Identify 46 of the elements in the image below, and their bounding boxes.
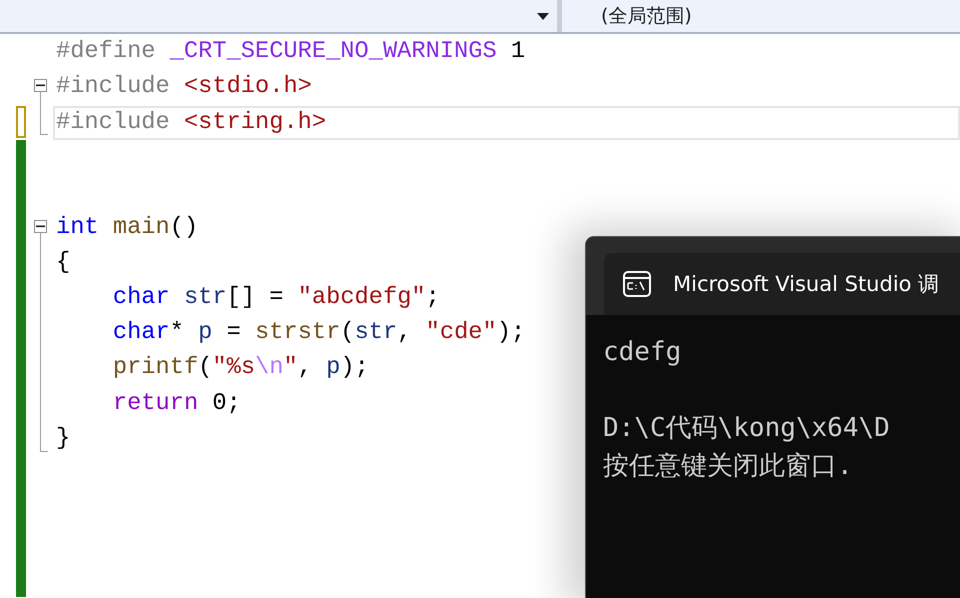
code-token: , <box>397 321 412 345</box>
code-token: p <box>326 356 340 380</box>
code-token: printf <box>112 356 198 380</box>
collapse-icon[interactable] <box>34 79 47 92</box>
console-output-line: cdefg <box>603 336 682 369</box>
caret-icon <box>537 12 549 20</box>
code-token: int <box>56 216 100 240</box>
code-token: "%s <box>212 356 256 380</box>
code-token: ; <box>426 286 440 310</box>
code-token: _CRT_SECURE_NO_WARNINGS <box>170 40 497 64</box>
collapse-icon[interactable] <box>34 220 47 233</box>
code-token: <string.h> <box>184 111 326 135</box>
code-token: { <box>56 250 70 275</box>
console-tab[interactable]: Microsoft Visual Studio 调 <box>604 253 960 315</box>
code-token: return <box>112 392 200 416</box>
console-output-line: 按任意键关闭此窗口. <box>603 450 854 483</box>
code-token: str <box>354 321 398 345</box>
code-token: str <box>184 286 227 310</box>
code-token: p <box>198 321 212 345</box>
terminal-icon <box>623 271 651 297</box>
code-token: " <box>283 356 298 380</box>
code-token: char <box>112 321 170 345</box>
code-token: () <box>170 216 198 240</box>
code-token: "cde" <box>426 321 497 345</box>
code-token: [] = <box>226 286 284 310</box>
code-token: * <box>170 321 185 345</box>
code-token: 0; <box>212 392 241 416</box>
code-token: char <box>112 286 171 310</box>
code-token: 1 <box>510 40 526 64</box>
code-token: ( <box>198 356 212 380</box>
code-token: #define <box>56 40 157 64</box>
code-token: <stdio.h> <box>184 74 312 99</box>
console-title: Microsoft Visual Studio 调 <box>673 271 940 298</box>
code-token: #include <box>56 74 171 99</box>
code-token: ); <box>496 321 526 345</box>
code-token: #include <box>56 111 171 135</box>
code-token: \n <box>255 356 284 380</box>
code-token: ( <box>340 321 355 345</box>
code-token: } <box>56 426 70 450</box>
code-token: "abcdefg" <box>298 286 426 310</box>
console-output-line: D:\C代码\kong\x64\D <box>603 412 891 445</box>
code-token: main <box>112 216 170 240</box>
code-token: = <box>226 321 242 345</box>
code-token: , <box>298 356 313 380</box>
code-token: strstr <box>255 321 340 345</box>
code-token: ); <box>340 356 369 380</box>
